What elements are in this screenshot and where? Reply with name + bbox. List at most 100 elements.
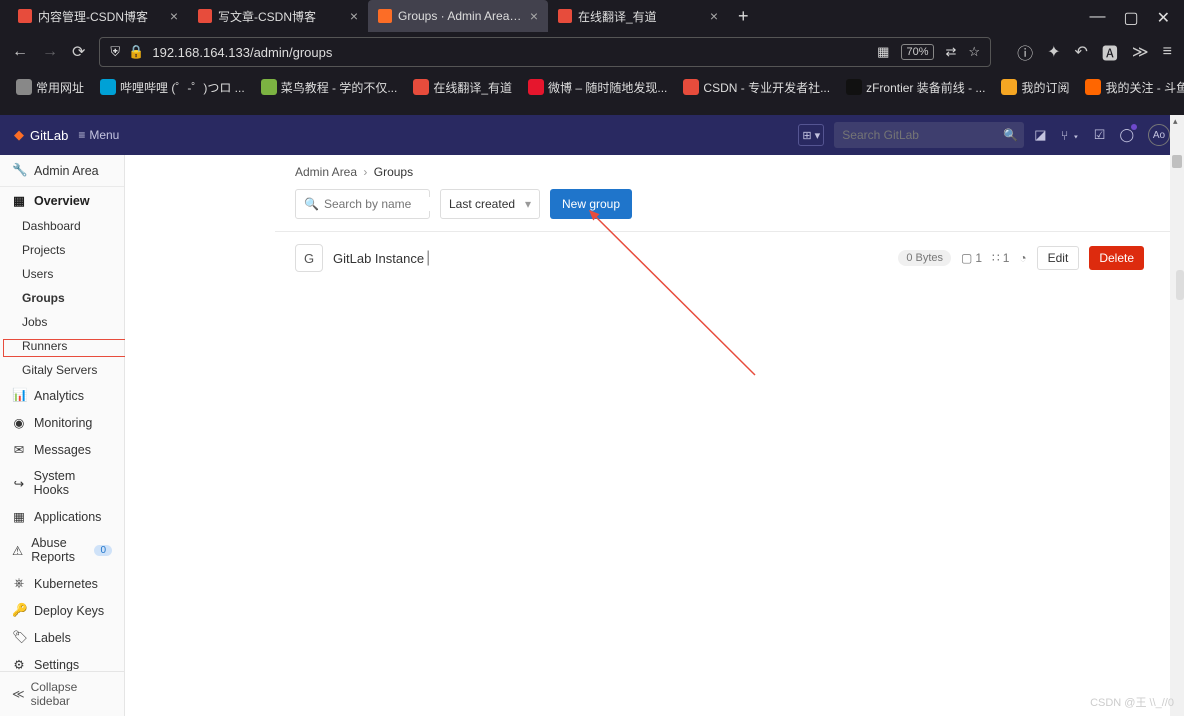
group-avatar: G: [295, 244, 323, 272]
url-icons: ▦ 70% ⇄ ☆: [877, 44, 980, 60]
zoom-level[interactable]: 70%: [901, 44, 933, 60]
breadcrumb-current: Groups: [374, 165, 413, 179]
sidebar: 🔧 Admin Area ▦ Overview DashboardProject…: [0, 155, 125, 716]
star-icon[interactable]: ☆: [968, 44, 980, 60]
delete-button[interactable]: Delete: [1089, 246, 1144, 270]
new-group-button[interactable]: New group: [550, 189, 632, 219]
header-search-input[interactable]: [842, 128, 997, 142]
browser-tab[interactable]: Groups · Admin Area · GitLab×: [368, 0, 548, 32]
bookmark-item[interactable]: 哔哩哔哩 (゜-゜)つロ ...: [96, 77, 249, 98]
gitlab-logo[interactable]: ◆ GitLab: [14, 127, 68, 143]
hamburger-icon[interactable]: ≡: [1163, 43, 1172, 61]
menu-button[interactable]: ≡ Menu: [78, 128, 119, 142]
translate-ext-icon[interactable]: 🅰: [1102, 40, 1118, 64]
item-label: Abuse Reports: [31, 536, 86, 564]
members-stat: ∷1: [992, 251, 1009, 265]
translate-icon[interactable]: ⇄: [946, 44, 957, 60]
bookmark-label: 菜鸟教程 - 学的不仅...: [281, 79, 398, 96]
side-handle[interactable]: [1176, 270, 1184, 300]
close-icon[interactable]: ×: [170, 8, 178, 24]
url-box[interactable]: ⛨ 🔒 192.168.164.133/admin/groups ▦ 70% ⇄…: [99, 37, 991, 67]
avatar[interactable]: Ao: [1148, 124, 1170, 146]
bookmark-icon: [1085, 79, 1101, 95]
bookmark-icon: [1001, 79, 1017, 95]
bookmark-label: 我的关注 - 斗鱼: [1105, 79, 1184, 96]
close-window-button[interactable]: ✕: [1157, 8, 1170, 28]
scroll-thumb[interactable]: [1172, 155, 1182, 168]
toolbar-icons: ⓘ ✦ ↶ 🅰 ≫ ≡: [1017, 40, 1172, 64]
browser-tab[interactable]: 内容管理-CSDN博客×: [8, 0, 188, 32]
sidebar-item-system-hooks[interactable]: ↪System Hooks: [0, 463, 124, 503]
bookmark-item[interactable]: zFrontier 装备前线 - ...: [842, 77, 989, 98]
bookmark-label: zFrontier 装备前线 - ...: [866, 79, 985, 96]
sidebar-sub-users[interactable]: Users: [0, 262, 124, 286]
browser-tab[interactable]: 在线翻译_有道×: [548, 0, 728, 32]
reload-button[interactable]: ⟳: [72, 42, 85, 62]
collapse-icon: ≪: [12, 687, 25, 701]
sidebar-item-kubernetes[interactable]: ⎈Kubernetes: [0, 570, 124, 597]
bookmark-item[interactable]: CSDN - 专业开发者社...: [679, 77, 834, 98]
edit-button[interactable]: Edit: [1037, 246, 1080, 270]
sidebar-sub-groups[interactable]: Groups: [0, 286, 124, 310]
sidebar-sub-jobs[interactable]: Jobs: [0, 310, 124, 334]
item-label: Labels: [34, 631, 71, 645]
sidebar-item-deploy-keys[interactable]: 🔑Deploy Keys: [0, 597, 124, 624]
scroll-up-icon[interactable]: ▴: [1173, 116, 1178, 127]
extension-icon[interactable]: ✦: [1047, 42, 1060, 62]
close-icon[interactable]: ×: [530, 8, 538, 24]
bookmark-item[interactable]: 我的订阅: [997, 77, 1073, 98]
sidebar-item-applications[interactable]: ▦Applications: [0, 503, 124, 530]
sidebar-sub-runners[interactable]: Runners: [0, 334, 124, 358]
group-name-link[interactable]: GitLab Instance: [333, 251, 424, 266]
sidebar-item-messages[interactable]: ✉Messages: [0, 436, 124, 463]
qr-icon[interactable]: ▦: [877, 44, 889, 60]
sidebar-item-monitoring[interactable]: ◉Monitoring: [0, 409, 124, 436]
undo-icon[interactable]: ↶: [1074, 42, 1087, 62]
sort-dropdown[interactable]: Last created ▾: [440, 189, 540, 219]
breadcrumb-root[interactable]: Admin Area: [295, 165, 357, 179]
new-tab-button[interactable]: +: [728, 6, 759, 27]
back-button[interactable]: ←: [12, 43, 28, 61]
tab-favicon: [18, 9, 32, 23]
collapse-sidebar[interactable]: ≪ Collapse sidebar: [0, 671, 124, 716]
search-box[interactable]: 🔍: [295, 189, 430, 219]
bookmark-label: 在线翻译_有道: [433, 79, 512, 96]
tab-bar: 内容管理-CSDN博客×写文章-CSDN博客×Groups · Admin Ar…: [0, 0, 1184, 32]
gitlab-brand-text: GitLab: [30, 128, 68, 143]
issues-icon[interactable]: ◪: [1034, 127, 1046, 143]
item-icon: ✉: [12, 442, 26, 457]
watermark: CSDN @王 \\_//0: [1090, 694, 1174, 710]
bookmark-item[interactable]: 微博 – 随时随地发现...: [524, 77, 671, 98]
bookmark-item[interactable]: 我的关注 - 斗鱼: [1081, 77, 1184, 98]
sidebar-sub-gitaly-servers[interactable]: Gitaly Servers: [0, 358, 124, 382]
overflow-icon[interactable]: ≫: [1132, 42, 1149, 62]
item-icon: 🏷: [12, 630, 26, 645]
todo-icon[interactable]: ☑: [1094, 127, 1106, 143]
minimize-button[interactable]: —: [1089, 8, 1105, 28]
sidebar-item-labels[interactable]: 🏷 Labels: [0, 624, 124, 651]
browser-tab[interactable]: 写文章-CSDN博客×: [188, 0, 368, 32]
merge-icon[interactable]: ⑂ ▾: [1061, 128, 1080, 143]
sidebar-item-analytics[interactable]: 📊Analytics: [0, 382, 124, 409]
search-icon: 🔍: [1003, 128, 1018, 142]
tab-favicon: [198, 9, 212, 23]
maximize-button[interactable]: ▢: [1123, 8, 1138, 28]
help-icon[interactable]: ◯: [1119, 127, 1134, 143]
forward-button[interactable]: →: [42, 43, 58, 61]
header-search[interactable]: 🔍: [834, 122, 1024, 148]
scrollbar[interactable]: ▴: [1170, 115, 1184, 716]
members-icon: ∷: [992, 251, 1000, 265]
new-dropdown[interactable]: ⊞ ▾: [798, 124, 824, 146]
sidebar-item-abuse-reports[interactable]: ⚠Abuse Reports0: [0, 530, 124, 570]
close-icon[interactable]: ×: [710, 8, 718, 24]
item-icon: ⚙: [12, 657, 26, 672]
sidebar-header[interactable]: 🔧 Admin Area: [0, 155, 124, 187]
bookmark-item[interactable]: 菜鸟教程 - 学的不仅...: [257, 77, 402, 98]
sidebar-overview[interactable]: ▦ Overview: [0, 187, 124, 214]
sidebar-sub-projects[interactable]: Projects: [0, 238, 124, 262]
bookmark-item[interactable]: 在线翻译_有道: [409, 77, 516, 98]
close-icon[interactable]: ×: [350, 8, 358, 24]
bookmark-item[interactable]: 常用网址: [12, 77, 88, 98]
info-icon[interactable]: ⓘ: [1017, 40, 1033, 64]
sidebar-sub-dashboard[interactable]: Dashboard: [0, 214, 124, 238]
